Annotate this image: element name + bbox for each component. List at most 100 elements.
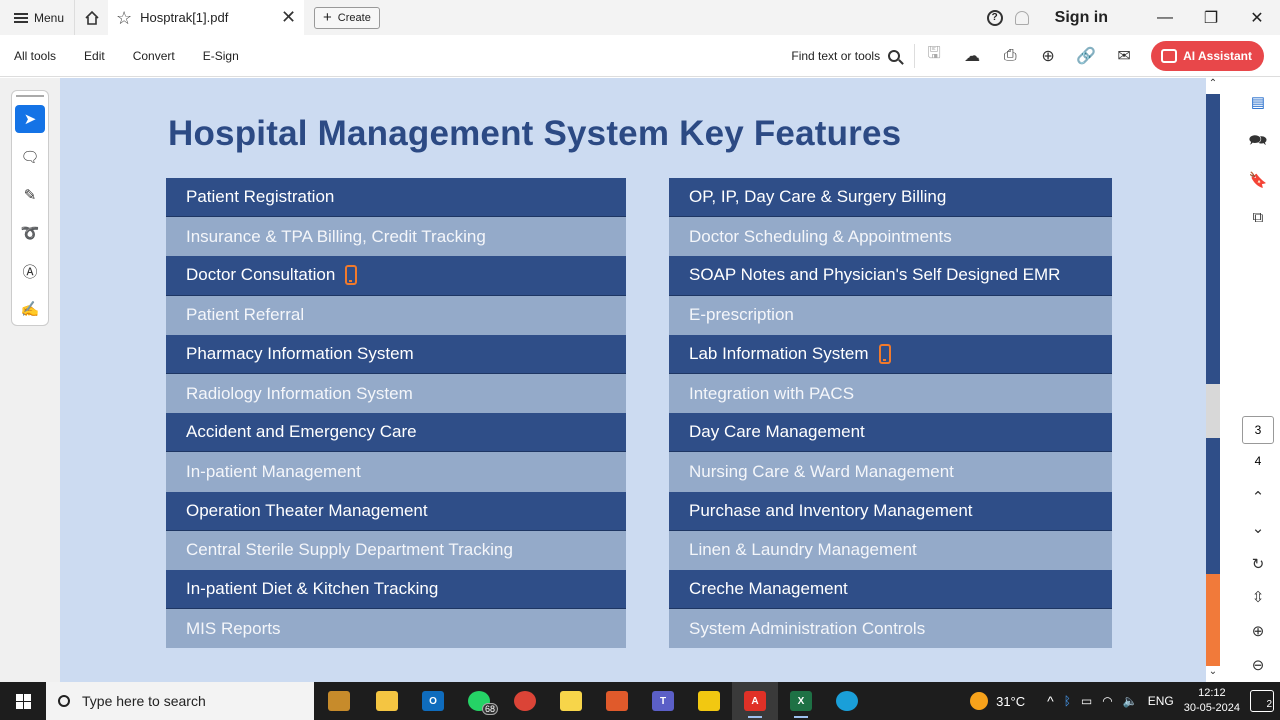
wifi-icon[interactable]: ◠ — [1102, 694, 1112, 708]
scroll-up-icon[interactable]: ⌃ — [1206, 78, 1220, 94]
sign-in-button[interactable]: Sign in — [1055, 9, 1108, 27]
sign-pen-icon[interactable]: ✍ — [15, 295, 45, 323]
feature-label: Doctor Scheduling & Appointments — [689, 226, 952, 246]
taskbar-widget-briefcase[interactable] — [314, 682, 364, 720]
pages-icon[interactable]: ⧉ — [1246, 205, 1270, 229]
title-bar: Menu ☆ Hosptrak[1].pdf ✕ + Create ? Sign… — [0, 0, 1280, 35]
taskbar-excel[interactable]: X — [778, 682, 824, 720]
ai-assistant-label: AI Assistant — [1183, 48, 1252, 63]
edit-page-icon[interactable]: ▤ — [1246, 90, 1270, 114]
tab-title: Hosptrak[1].pdf — [140, 10, 229, 25]
rotate-icon[interactable]: ↻ — [1246, 552, 1270, 576]
system-tray: 31°C ^ ᛒ ▭ ◠ 🔈 ENG 12:12 30-05-2024 2 — [970, 682, 1280, 720]
taskbar-sticky-notes[interactable] — [548, 682, 594, 720]
feature-row: In-patient Management — [166, 452, 626, 492]
add-comment-icon[interactable]: 🗨 — [15, 143, 45, 171]
menu-edit[interactable]: Edit — [70, 49, 119, 63]
taskbar-chrome[interactable] — [502, 682, 548, 720]
print-icon[interactable]: ⎙ — [991, 41, 1029, 71]
whatsapp-badge: 68 — [481, 703, 498, 715]
zoom-out-icon[interactable]: ⊖ — [1246, 653, 1270, 677]
draw-lasso-icon[interactable]: ➰ — [15, 219, 45, 247]
taskbar-search[interactable]: Type here to search — [46, 682, 314, 720]
taskbar-teams[interactable]: T — [640, 682, 686, 720]
clock-time: 12:12 — [1198, 687, 1226, 699]
text-select-icon[interactable]: Ⓐ — [15, 257, 45, 285]
highlight-pen-icon[interactable]: ✎ — [15, 181, 45, 209]
taskbar-outlook[interactable]: O — [410, 682, 456, 720]
menu-convert[interactable]: Convert — [119, 49, 189, 63]
battery-icon[interactable]: ▭ — [1081, 694, 1092, 708]
bookmarks-icon[interactable]: 🔖 — [1246, 168, 1270, 192]
upload-cloud-icon[interactable]: ☁ — [953, 41, 991, 71]
fit-page-icon[interactable]: ⇳ — [1246, 585, 1270, 609]
find-tools-button[interactable]: Find text or tools — [791, 43, 916, 68]
start-button[interactable] — [0, 682, 46, 720]
mail-icon[interactable]: ✉ — [1105, 41, 1143, 71]
feature-label: SOAP Notes and Physician's Self Designed… — [689, 265, 1061, 285]
language-indicator[interactable]: ENG — [1148, 694, 1174, 708]
ai-assistant-button[interactable]: AI Assistant — [1151, 40, 1264, 71]
taskbar-power-bi[interactable] — [686, 682, 732, 720]
close-tab-icon[interactable]: ✕ — [281, 7, 296, 28]
document-viewer[interactable]: Hospital Management System Key Features … — [60, 78, 1206, 682]
feature-label: Linen & Laundry Management — [689, 540, 917, 560]
next-page-icon[interactable]: ⌄ — [1246, 516, 1270, 540]
home-button[interactable] — [74, 0, 108, 35]
link-icon[interactable]: 🔗 — [1067, 41, 1105, 71]
feature-row: Doctor Scheduling & Appointments — [669, 217, 1112, 257]
scroll-down-icon[interactable]: ⌄ — [1206, 666, 1220, 682]
menu-all-tools[interactable]: All tools — [0, 49, 70, 63]
clock[interactable]: 12:12 30-05-2024 — [1184, 686, 1240, 716]
sticky-notes-icon — [560, 691, 582, 711]
feature-label: Nursing Care & Ward Management — [689, 461, 954, 481]
volume-icon[interactable]: 🔈 — [1123, 694, 1138, 708]
previous-page-icon[interactable]: ⌃ — [1246, 485, 1270, 509]
weather-widget[interactable]: 31°C — [970, 692, 1025, 710]
close-window-icon[interactable]: ✕ — [1234, 0, 1280, 35]
taskbar-whatsapp[interactable]: 68 — [456, 682, 502, 720]
feature-label: E-prescription — [689, 305, 794, 325]
zoom-in-icon[interactable]: ⊕ — [1246, 619, 1270, 643]
feature-label: In-patient Management — [186, 461, 361, 481]
notification-center-icon[interactable]: 2 — [1250, 690, 1274, 712]
restore-icon[interactable]: ❐ — [1188, 0, 1234, 35]
toolbar: All tools Edit Convert E-Sign Find text … — [0, 35, 1280, 77]
bluetooth-icon[interactable]: ᛒ — [1064, 694, 1071, 708]
menu-e-sign[interactable]: E-Sign — [189, 49, 253, 63]
share-user-icon[interactable]: ⊕ — [1029, 41, 1067, 71]
minimize-icon[interactable]: — — [1142, 0, 1188, 35]
notification-bell-icon[interactable] — [1014, 10, 1029, 25]
outlook-icon: O — [422, 691, 444, 711]
page-title: Hospital Management System Key Features — [168, 114, 902, 153]
search-icon — [888, 49, 901, 62]
save-icon[interactable]: 🖫 — [915, 41, 953, 71]
help-icon[interactable]: ? — [986, 9, 1003, 26]
feature-row: Patient Registration — [166, 178, 626, 218]
taskbar-snipping-tool[interactable] — [594, 682, 640, 720]
edge-icon — [836, 691, 858, 711]
comments-icon[interactable]: 🗪 — [1246, 130, 1270, 154]
temperature: 31°C — [996, 693, 1026, 709]
feature-label: OP, IP, Day Care & Surgery Billing — [689, 187, 947, 207]
taskbar-edge[interactable] — [824, 682, 870, 720]
scrollbar-thumb[interactable] — [1206, 384, 1220, 438]
create-button[interactable]: + Create — [314, 6, 380, 29]
select-cursor-icon[interactable]: ➤ — [15, 105, 45, 133]
star-icon[interactable]: ☆ — [116, 9, 132, 27]
mobile-phone-icon — [345, 265, 358, 286]
document-tab[interactable]: ☆ Hosptrak[1].pdf ✕ — [108, 0, 305, 35]
home-icon — [84, 10, 99, 25]
taskbar-file-explorer[interactable] — [364, 682, 410, 720]
show-hidden-icons-icon[interactable]: ^ — [1047, 693, 1054, 709]
vertical-scrollbar[interactable]: ⌃ ⌄ — [1206, 78, 1220, 682]
menu-button[interactable]: Menu — [0, 0, 74, 35]
drag-handle[interactable] — [16, 95, 44, 97]
briefcase-icon — [328, 691, 350, 711]
windows-logo-icon — [15, 693, 31, 709]
taskbar-acrobat[interactable]: A — [732, 682, 778, 720]
feature-row: Doctor Consultation — [166, 256, 626, 296]
current-page-input[interactable]: 3 — [1242, 416, 1274, 444]
mobile-phone-icon — [878, 343, 891, 364]
feature-row: OP, IP, Day Care & Surgery Billing — [669, 178, 1112, 218]
